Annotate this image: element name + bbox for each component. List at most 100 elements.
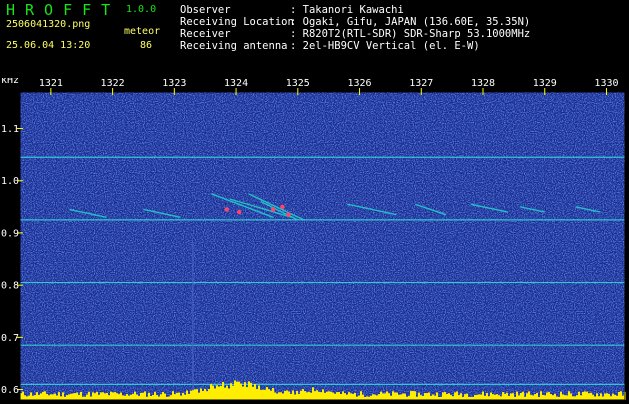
band-bar bbox=[252, 386, 254, 400]
band-bar bbox=[160, 394, 162, 400]
y-tick-label-4: 0.7 bbox=[1, 333, 19, 344]
band-bar bbox=[476, 394, 478, 400]
band-bar bbox=[392, 391, 394, 400]
band-bar bbox=[138, 395, 140, 400]
band-bar bbox=[450, 394, 452, 400]
band-bar bbox=[256, 389, 258, 400]
band-bar bbox=[520, 392, 522, 400]
band-bar bbox=[526, 393, 528, 400]
band-bar bbox=[360, 391, 362, 400]
observer-label: Observer bbox=[180, 4, 231, 16]
band-bar bbox=[48, 395, 50, 400]
band-bar bbox=[30, 392, 32, 400]
band-bar bbox=[126, 393, 128, 400]
band-bar bbox=[24, 395, 26, 400]
band-bar bbox=[192, 390, 194, 400]
band-bar bbox=[314, 391, 316, 400]
meteor-hotspot-2 bbox=[270, 207, 276, 212]
band-bar bbox=[42, 391, 44, 400]
band-bar bbox=[428, 392, 430, 400]
band-bar bbox=[76, 392, 78, 400]
band-bar bbox=[318, 391, 320, 400]
band-bar bbox=[232, 385, 234, 400]
band-bar bbox=[534, 394, 536, 400]
band-bar bbox=[38, 394, 40, 400]
band-bar bbox=[152, 394, 154, 400]
band-bar bbox=[596, 393, 598, 400]
band-bar bbox=[182, 392, 184, 400]
band-bar bbox=[50, 394, 52, 400]
band-bar bbox=[410, 391, 412, 400]
band-bar bbox=[536, 393, 538, 400]
band-bar bbox=[114, 392, 116, 400]
band-bar bbox=[426, 393, 428, 400]
band-bar bbox=[112, 392, 114, 400]
band-bar bbox=[120, 392, 122, 400]
band-bar bbox=[158, 396, 160, 400]
meteor-hotspot-3 bbox=[286, 212, 291, 217]
band-bar bbox=[134, 391, 136, 400]
band-bar bbox=[246, 387, 248, 400]
band-bar bbox=[278, 392, 280, 400]
band-bar bbox=[530, 394, 532, 400]
band-bar bbox=[210, 384, 212, 400]
band-bar bbox=[578, 391, 580, 400]
band-bar bbox=[506, 392, 508, 400]
band-bar bbox=[546, 392, 548, 400]
band-bar bbox=[418, 392, 420, 400]
x-tick-label-7: 1328 bbox=[471, 78, 495, 89]
band-bar bbox=[46, 393, 48, 400]
band-bar bbox=[272, 387, 274, 400]
band-bar bbox=[504, 393, 506, 400]
band-bar bbox=[378, 394, 380, 400]
band-bar bbox=[570, 393, 572, 400]
band-bar bbox=[68, 394, 70, 400]
date-time: 25.06.04 13:20 bbox=[6, 40, 91, 51]
band-bar bbox=[544, 395, 546, 400]
band-bar bbox=[230, 383, 232, 400]
band-bar bbox=[202, 390, 204, 400]
y-tick-label-2: 0.9 bbox=[1, 228, 19, 239]
band-bar bbox=[566, 395, 568, 400]
band-bar bbox=[100, 392, 102, 400]
band-bar bbox=[276, 393, 278, 400]
band-bar bbox=[350, 393, 352, 400]
receiver-value: : R820T2(RTL-SDR) SDR-Sharp 53.1000MHz bbox=[290, 28, 531, 40]
meteor-count: 86 bbox=[140, 40, 153, 51]
band-bar bbox=[488, 396, 490, 400]
noise-layer bbox=[20, 92, 625, 400]
band-bar bbox=[294, 394, 296, 400]
band-bar bbox=[484, 395, 486, 400]
band-bar bbox=[226, 385, 228, 400]
x-tick-label-3: 1324 bbox=[224, 78, 248, 89]
band-bar bbox=[270, 390, 272, 400]
spectrogram-chart: 1321 1322 1323 1324 1325 1326 1327 1328 1329 1330… bbox=[1, 75, 626, 401]
band-bar bbox=[380, 391, 382, 400]
band-bar bbox=[188, 393, 190, 400]
band-bar bbox=[186, 390, 188, 400]
band-bar bbox=[106, 392, 108, 400]
band-bar bbox=[510, 393, 512, 400]
receiver-label: Receiver bbox=[180, 28, 231, 40]
band-bar bbox=[242, 386, 244, 400]
band-bar bbox=[572, 396, 574, 400]
band-bar bbox=[398, 394, 400, 400]
band-bar bbox=[344, 393, 346, 400]
band-bar bbox=[424, 393, 426, 400]
band-bar bbox=[532, 395, 534, 400]
band-bar bbox=[224, 387, 226, 400]
band-bar bbox=[494, 394, 496, 400]
band-bar bbox=[330, 391, 332, 400]
y-tick-label-3: 0.8 bbox=[1, 281, 19, 292]
band-bar bbox=[324, 392, 326, 400]
band-bar bbox=[622, 395, 624, 400]
band-bar bbox=[150, 395, 152, 400]
band-bar bbox=[448, 393, 450, 400]
y-tick-label-1: 1.0 bbox=[1, 176, 19, 187]
band-bar bbox=[90, 396, 92, 400]
band-bar bbox=[320, 392, 322, 400]
band-bar bbox=[460, 393, 462, 400]
band-bar bbox=[382, 393, 384, 400]
band-bar bbox=[562, 394, 564, 400]
band-bar bbox=[430, 395, 432, 400]
